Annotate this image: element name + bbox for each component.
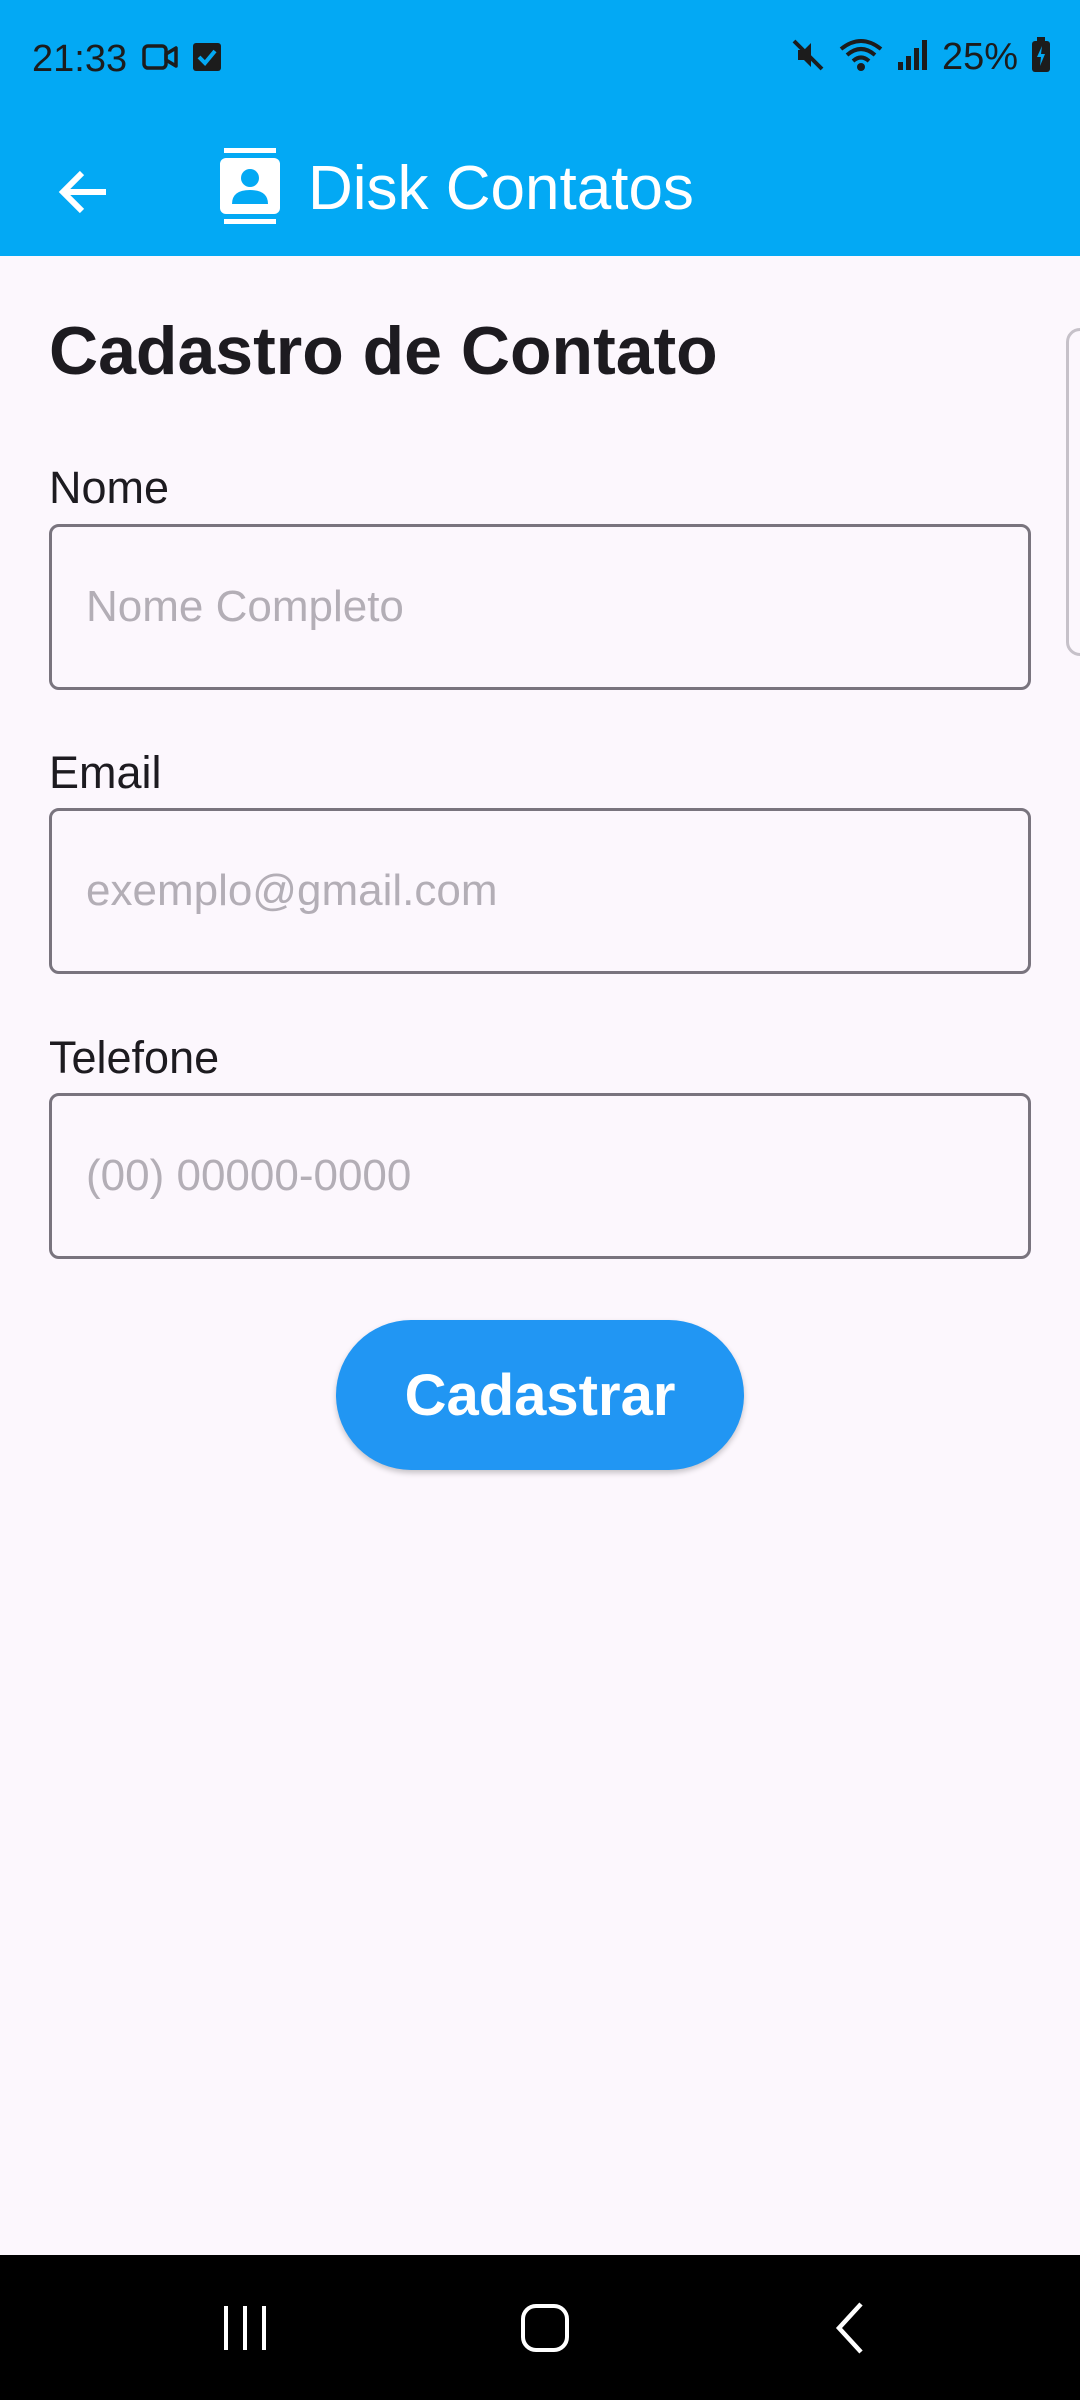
video-camera-icon: [142, 42, 178, 77]
status-time: 21:33: [32, 38, 128, 80]
status-right-icons: 25%: [790, 36, 1052, 79]
name-label: Nome: [49, 462, 170, 513]
email-label: Email: [49, 747, 162, 798]
phone-label: Telefone: [49, 1032, 220, 1083]
status-bar: 21:33 25%: [0, 0, 1080, 122]
battery-percentage: 25%: [941, 36, 1018, 78]
home-icon: [521, 2304, 569, 2352]
nav-back-button[interactable]: [784, 2285, 914, 2371]
contact-card-icon: [218, 147, 282, 229]
app-bar: Disk Contatos: [0, 122, 1080, 256]
recent-apps-button[interactable]: [180, 2285, 310, 2371]
edge-panel-handle[interactable]: [1066, 328, 1080, 656]
name-input[interactable]: [49, 524, 1031, 690]
screen: 21:33 25% Disk Contatos Cadastro de Cont…: [0, 0, 1080, 2400]
mute-icon: [790, 37, 826, 78]
navigation-bar: [0, 2255, 1080, 2400]
back-button[interactable]: [40, 148, 128, 236]
register-button[interactable]: Cadastrar: [336, 1320, 744, 1470]
app-title: Disk Contatos: [308, 153, 694, 223]
status-left-icons: [142, 42, 222, 77]
recent-apps-icon: [224, 2306, 266, 2350]
wifi-icon: [838, 37, 884, 78]
battery-icon: [1030, 36, 1052, 79]
page-title: Cadastro de Contato: [49, 313, 718, 389]
app-title-group: Disk Contatos: [218, 136, 694, 240]
phone-input[interactable]: [49, 1093, 1031, 1259]
home-button[interactable]: [480, 2285, 610, 2371]
signal-icon: [896, 38, 930, 77]
email-input[interactable]: [49, 808, 1031, 974]
checkbox-icon: [192, 42, 222, 77]
arrow-back-icon: [58, 170, 106, 214]
nav-back-icon: [835, 2302, 863, 2354]
